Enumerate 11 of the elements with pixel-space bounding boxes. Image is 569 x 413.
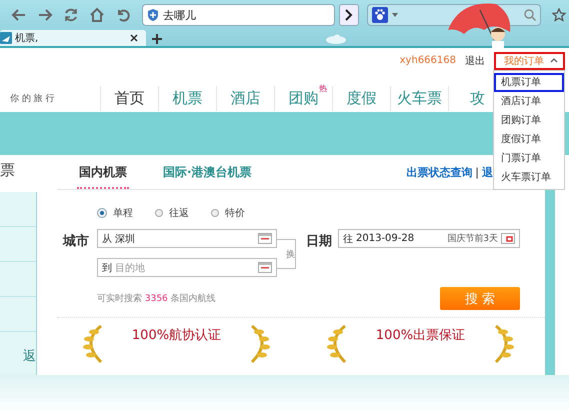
- guarantee-text: 100%出票保证: [374, 327, 466, 344]
- city-label: 城市: [63, 232, 90, 251]
- separator-text: |: [475, 166, 479, 178]
- address-text: 去哪儿: [163, 8, 196, 22]
- tagline-text: 你 的 旅 行: [9, 92, 56, 105]
- hot-label: 热: [319, 84, 327, 94]
- tab-title: 机票,: [15, 32, 38, 45]
- date-label: 日期: [306, 233, 333, 251]
- guarantee-text: 100%航协认证: [130, 327, 222, 344]
- section-title: 票: [0, 160, 16, 181]
- route-count-text: 可实时搜索 3356 条国内航线: [97, 292, 216, 305]
